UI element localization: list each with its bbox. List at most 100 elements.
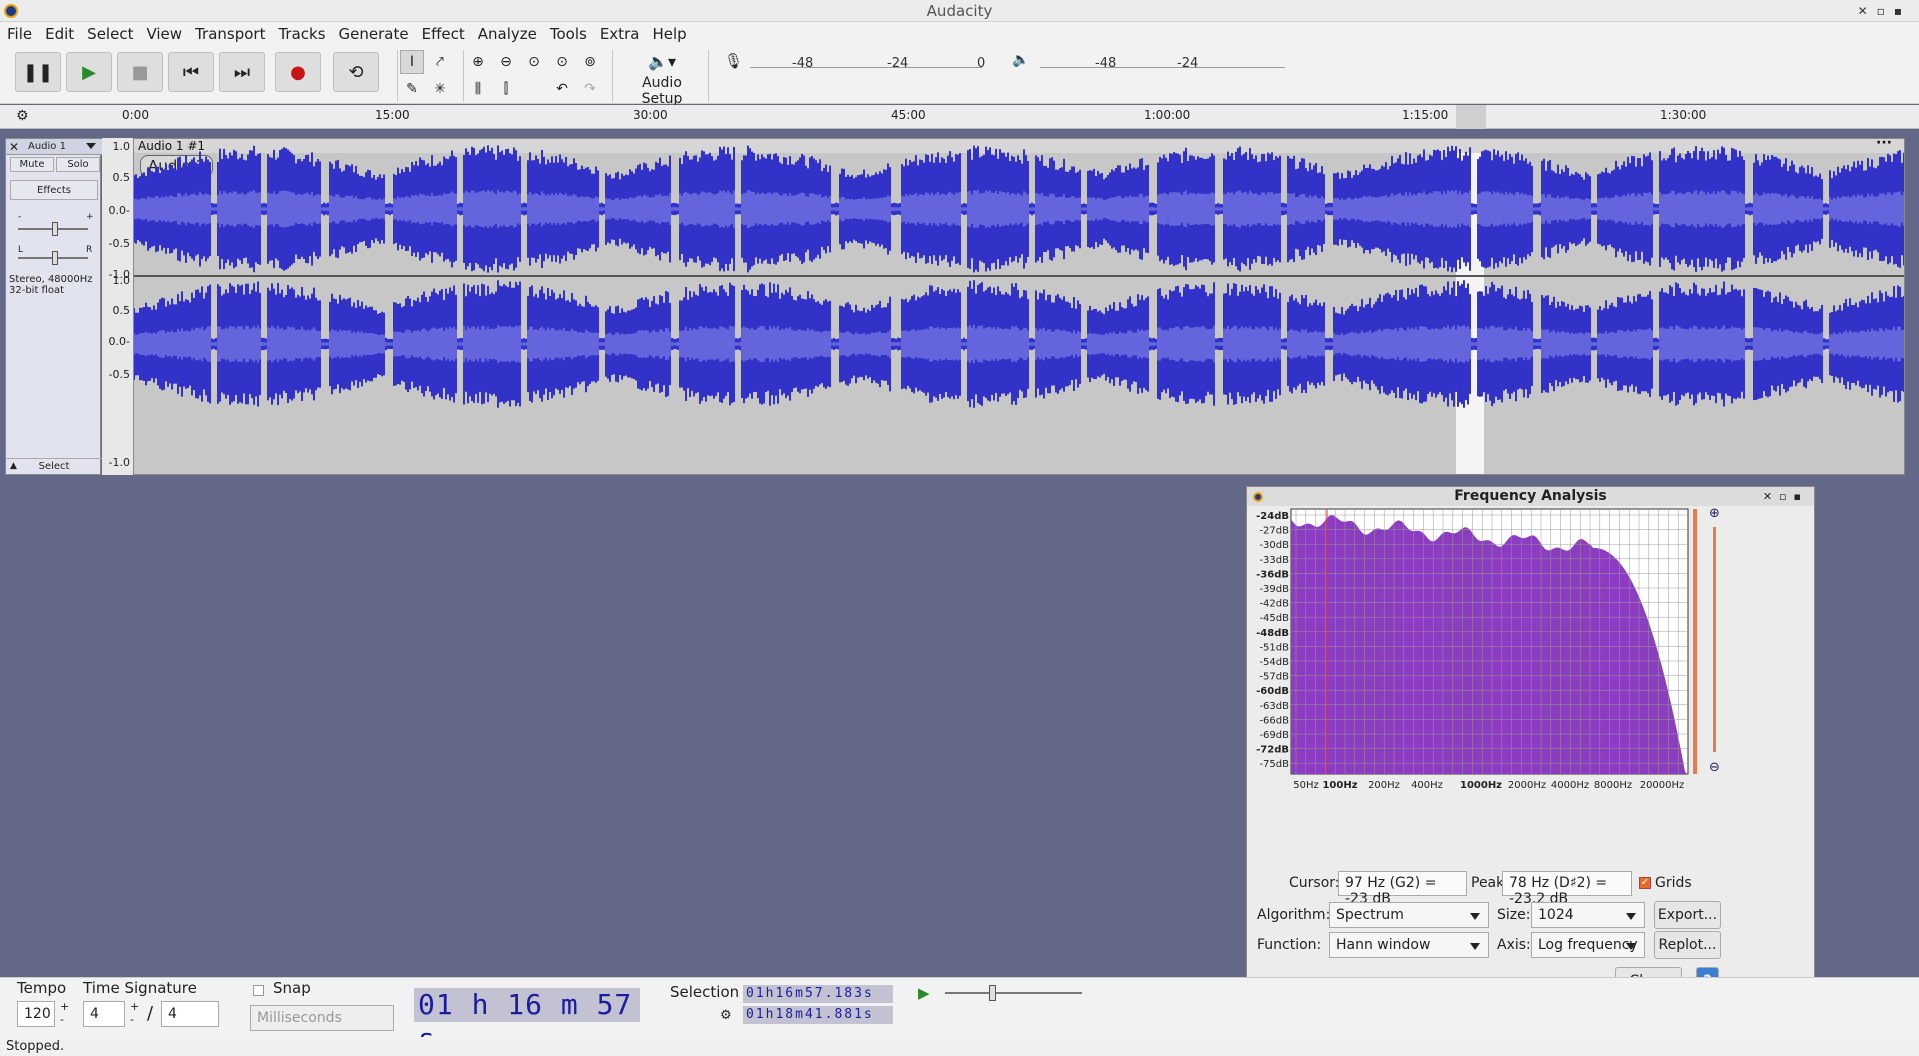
- tempo-input[interactable]: 120: [17, 1001, 55, 1027]
- db-tick-label: -63dB: [1259, 701, 1289, 712]
- collapse-icon[interactable]: ▲: [10, 459, 17, 474]
- vertical-scrollbar[interactable]: [1693, 509, 1697, 774]
- mute-button[interactable]: Mute: [10, 157, 54, 172]
- main-toolbar: ❚❚ ▶ ■ ⏮ ⏭ ● ⟲ I ⤤ ✎ ✳ ⊕ ⊖ ⊙ ⊙ ⊚ ⫼ ⫿ ↶ ↷…: [0, 46, 1919, 107]
- menu-tools[interactable]: Tools: [543, 22, 593, 43]
- effects-button[interactable]: Effects: [10, 180, 98, 200]
- audio-position-display[interactable]: 01 h 16 m 57 s: [414, 988, 640, 1055]
- redo-icon[interactable]: ↷: [578, 77, 602, 101]
- grids-label: Grids: [1655, 875, 1692, 891]
- zoom-in-icon[interactable]: ⊕: [466, 50, 490, 74]
- draw-tool-icon[interactable]: ✎: [400, 77, 424, 101]
- hz-tick-label: 200Hz: [1368, 780, 1400, 791]
- audacity-logo-icon: [1253, 492, 1263, 502]
- silence-audio-icon[interactable]: ⫿: [494, 77, 518, 101]
- menu-file[interactable]: File: [0, 22, 38, 43]
- close-track-icon[interactable]: ✕: [9, 139, 19, 155]
- bottom-toolbar: Tempo 120 + - Time Signature 4 + - / 4 Sna…: [0, 977, 1919, 1055]
- selection-settings-icon[interactable]: ⚙: [720, 1008, 732, 1023]
- play-button[interactable]: ▶: [66, 52, 112, 92]
- play-speed-slider[interactable]: [945, 985, 1082, 1001]
- envelope-tool-icon[interactable]: ⤤: [428, 50, 452, 74]
- menu-analyze[interactable]: Analyze: [471, 22, 543, 43]
- replot-button[interactable]: Replot...: [1654, 931, 1721, 959]
- dialog-window-controls[interactable]: ✕▫▪: [1763, 487, 1808, 506]
- vertical-scale[interactable]: 1.0 0.5 0.0- -0.5 -1.0 1.0 0.5 0.0- -0.5…: [102, 138, 134, 475]
- selection-start-time[interactable]: 01h16m57.183s: [743, 985, 893, 1003]
- loop-button[interactable]: ⟲: [333, 52, 379, 92]
- fit-project-icon[interactable]: ⊙: [550, 50, 574, 74]
- select-track-button[interactable]: ▲ Select: [6, 458, 102, 474]
- trim-audio-icon[interactable]: ⫼: [466, 77, 490, 101]
- peak-value-field: 78 Hz (D♯2) = -23.2 dB: [1502, 871, 1632, 907]
- menu-help[interactable]: Help: [645, 22, 692, 43]
- waveform-display[interactable]: [134, 139, 1905, 475]
- snap-unit-select[interactable]: Milliseconds: [250, 1005, 394, 1031]
- db-tick-label: -60dB: [1256, 686, 1289, 697]
- spectrum-plot[interactable]: -24dB -27dB -30dB -33dB -36dB -39dB -42dB -45dB…: [1247, 506, 1816, 846]
- zoom-in-icon[interactable]: ⊕: [1709, 506, 1720, 521]
- multi-tool-icon[interactable]: ✳: [428, 77, 452, 101]
- timeline-ruler[interactable]: ⚙ 0:00 15:00 30:00 45:00 1:00:00 1:15:00…: [0, 105, 1919, 129]
- zoom-out-icon[interactable]: ⊖: [494, 50, 518, 74]
- size-select[interactable]: 1024: [1531, 902, 1645, 928]
- audio-setup-button[interactable]: 🔈▾ Audio Setup: [620, 52, 704, 107]
- menu-view[interactable]: View: [139, 22, 188, 43]
- status-bar: Stopped.: [0, 1037, 1919, 1056]
- skip-to-start-button[interactable]: ⏮: [168, 52, 214, 92]
- dialog-title-bar: Frequency Analysis ✕▫▪: [1247, 487, 1814, 506]
- timeline-settings-icon[interactable]: ⚙: [16, 108, 29, 124]
- algorithm-select[interactable]: Spectrum: [1329, 902, 1489, 928]
- hz-tick-label: 20000Hz: [1640, 780, 1685, 791]
- skip-to-end-button[interactable]: ⏭: [219, 52, 265, 92]
- cursor-label: Cursor:: [1289, 875, 1340, 891]
- menu-select[interactable]: Select: [80, 22, 139, 43]
- tempo-stepper[interactable]: + -: [60, 1000, 69, 1026]
- gain-slider[interactable]: [18, 222, 88, 236]
- axis-select[interactable]: Log frequency: [1531, 932, 1645, 958]
- fit-selection-icon[interactable]: ⊙: [522, 50, 546, 74]
- db-tick-label: -30dB: [1259, 540, 1289, 551]
- snap-checkbox[interactable]: [253, 985, 264, 996]
- stop-button[interactable]: ■: [117, 52, 163, 92]
- db-tick-label: -75dB: [1259, 759, 1289, 770]
- pan-slider[interactable]: [18, 251, 88, 265]
- tempo-label: Tempo: [17, 979, 67, 997]
- speaker-icon: 🔈▾: [648, 52, 676, 71]
- menu-effect[interactable]: Effect: [415, 22, 471, 43]
- export-button[interactable]: Export...: [1654, 901, 1721, 929]
- chevron-down-icon[interactable]: [86, 143, 96, 149]
- algorithm-label: Algorithm:: [1257, 907, 1331, 923]
- window-controls[interactable]: ✕▫▪: [1858, 0, 1911, 22]
- time-signature-label: Time Signature: [83, 979, 197, 997]
- menu-transport[interactable]: Transport: [188, 22, 271, 43]
- time-signature-numerator[interactable]: 4: [83, 1001, 125, 1027]
- hz-tick-label: 2000Hz: [1508, 780, 1546, 791]
- time-signature-denominator[interactable]: 4: [161, 1001, 219, 1027]
- play-at-speed-button[interactable]: ▶: [918, 984, 930, 1002]
- menu-generate[interactable]: Generate: [332, 22, 415, 43]
- db-tick-label: -57dB: [1259, 672, 1289, 683]
- microphone-icon: 🎙: [724, 52, 744, 70]
- waveform-clip[interactable]: Audio 1 #1 ··· Audio 1: [133, 138, 1905, 475]
- zoom-slider[interactable]: [1713, 527, 1716, 752]
- numerator-stepper[interactable]: + -: [130, 1000, 139, 1026]
- time-signature-separator: /: [147, 1003, 154, 1024]
- undo-icon[interactable]: ↶: [550, 77, 574, 101]
- pause-button[interactable]: ❚❚: [15, 52, 61, 92]
- zoom-out-icon[interactable]: ⊖: [1709, 760, 1720, 775]
- record-button[interactable]: ●: [275, 52, 321, 92]
- menu-tracks[interactable]: Tracks: [271, 22, 331, 43]
- solo-button[interactable]: Solo: [56, 157, 100, 172]
- gain-minus-label: -: [18, 212, 22, 222]
- selection-tool-icon[interactable]: I: [400, 50, 424, 74]
- playback-speaker-icon: 🔈: [1012, 52, 1030, 68]
- menu-edit[interactable]: Edit: [38, 22, 80, 43]
- record-meter[interactable]: -48 -24 0: [750, 50, 985, 71]
- menu-extra[interactable]: Extra: [593, 22, 646, 43]
- zoom-toggle-icon[interactable]: ⊚: [578, 50, 602, 74]
- selection-end-time[interactable]: 01h18m41.881s: [743, 1006, 893, 1024]
- function-select[interactable]: Hann window: [1329, 932, 1489, 958]
- playback-meter[interactable]: -48 -24: [1040, 50, 1285, 71]
- grids-checkbox[interactable]: ✓: [1639, 877, 1651, 889]
